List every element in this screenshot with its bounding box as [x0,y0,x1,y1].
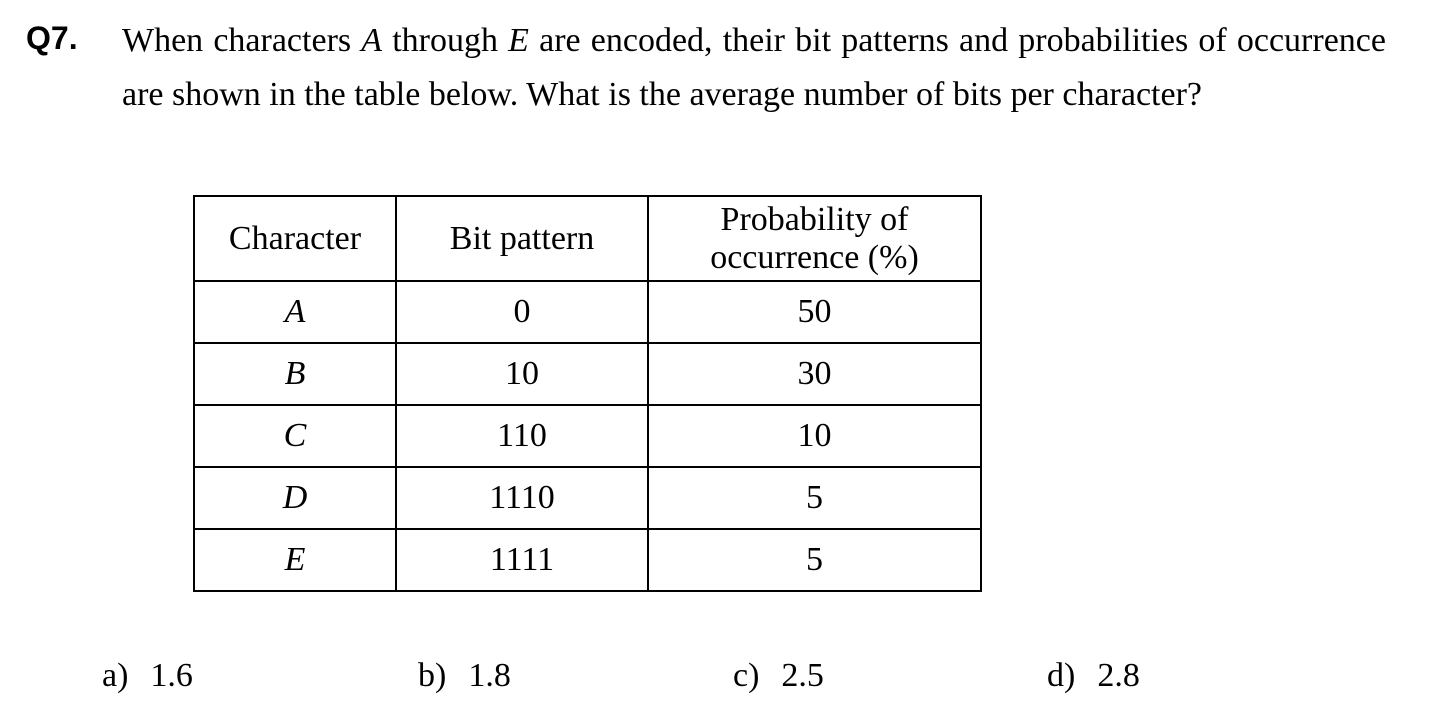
table-row: D 1110 5 [193,466,982,530]
table-row: E 1111 5 [193,528,982,592]
header-probability: Probability of occurrence (%) [647,195,982,282]
question-through: through [382,22,509,59]
question-char-end: E [508,22,529,59]
cell-bit-pattern: 10 [395,342,649,406]
cell-probability: 50 [647,280,982,344]
question-number: Q7. [26,20,78,56]
cell-probability: 10 [647,404,982,468]
table-row: C 110 10 [193,404,982,468]
question-intro: When characters [122,22,362,59]
question-text: When characters A through E are encoded,… [122,14,1386,122]
answer-option-c[interactable]: c) 2.5 [733,656,824,696]
option-value: 1.6 [150,657,193,694]
cell-bit-pattern: 0 [395,280,649,344]
option-value: 2.5 [781,657,824,694]
cell-bit-pattern: 1110 [395,466,649,530]
header-bit-pattern: Bit pattern [395,195,649,282]
cell-probability: 5 [647,466,982,530]
option-letter: a) [102,657,129,694]
table-header-row: Character Bit pattern Probability of occ… [193,195,982,282]
cell-character: D [193,466,397,530]
table-row: B 10 30 [193,342,982,406]
option-value: 2.8 [1097,657,1140,694]
cell-bit-pattern: 110 [395,404,649,468]
option-letter: b) [418,657,447,694]
cell-probability: 30 [647,342,982,406]
question-char-start: A [361,22,383,59]
option-letter: d) [1047,657,1076,694]
header-character: Character [193,195,397,282]
answer-option-b[interactable]: b) 1.8 [418,656,511,696]
cell-probability: 5 [647,528,982,592]
cell-character: A [193,280,397,344]
encoding-table: Character Bit pattern Probability of occ… [193,195,982,592]
cell-character: B [193,342,397,406]
answer-option-a[interactable]: a) 1.6 [102,656,193,696]
cell-bit-pattern: 1111 [395,528,649,592]
answer-option-d[interactable]: d) 2.8 [1047,656,1140,696]
option-value: 1.8 [468,657,511,694]
cell-character: C [193,404,397,468]
table-row: A 0 50 [193,280,982,344]
cell-character: E [193,528,397,592]
option-letter: c) [733,657,760,694]
